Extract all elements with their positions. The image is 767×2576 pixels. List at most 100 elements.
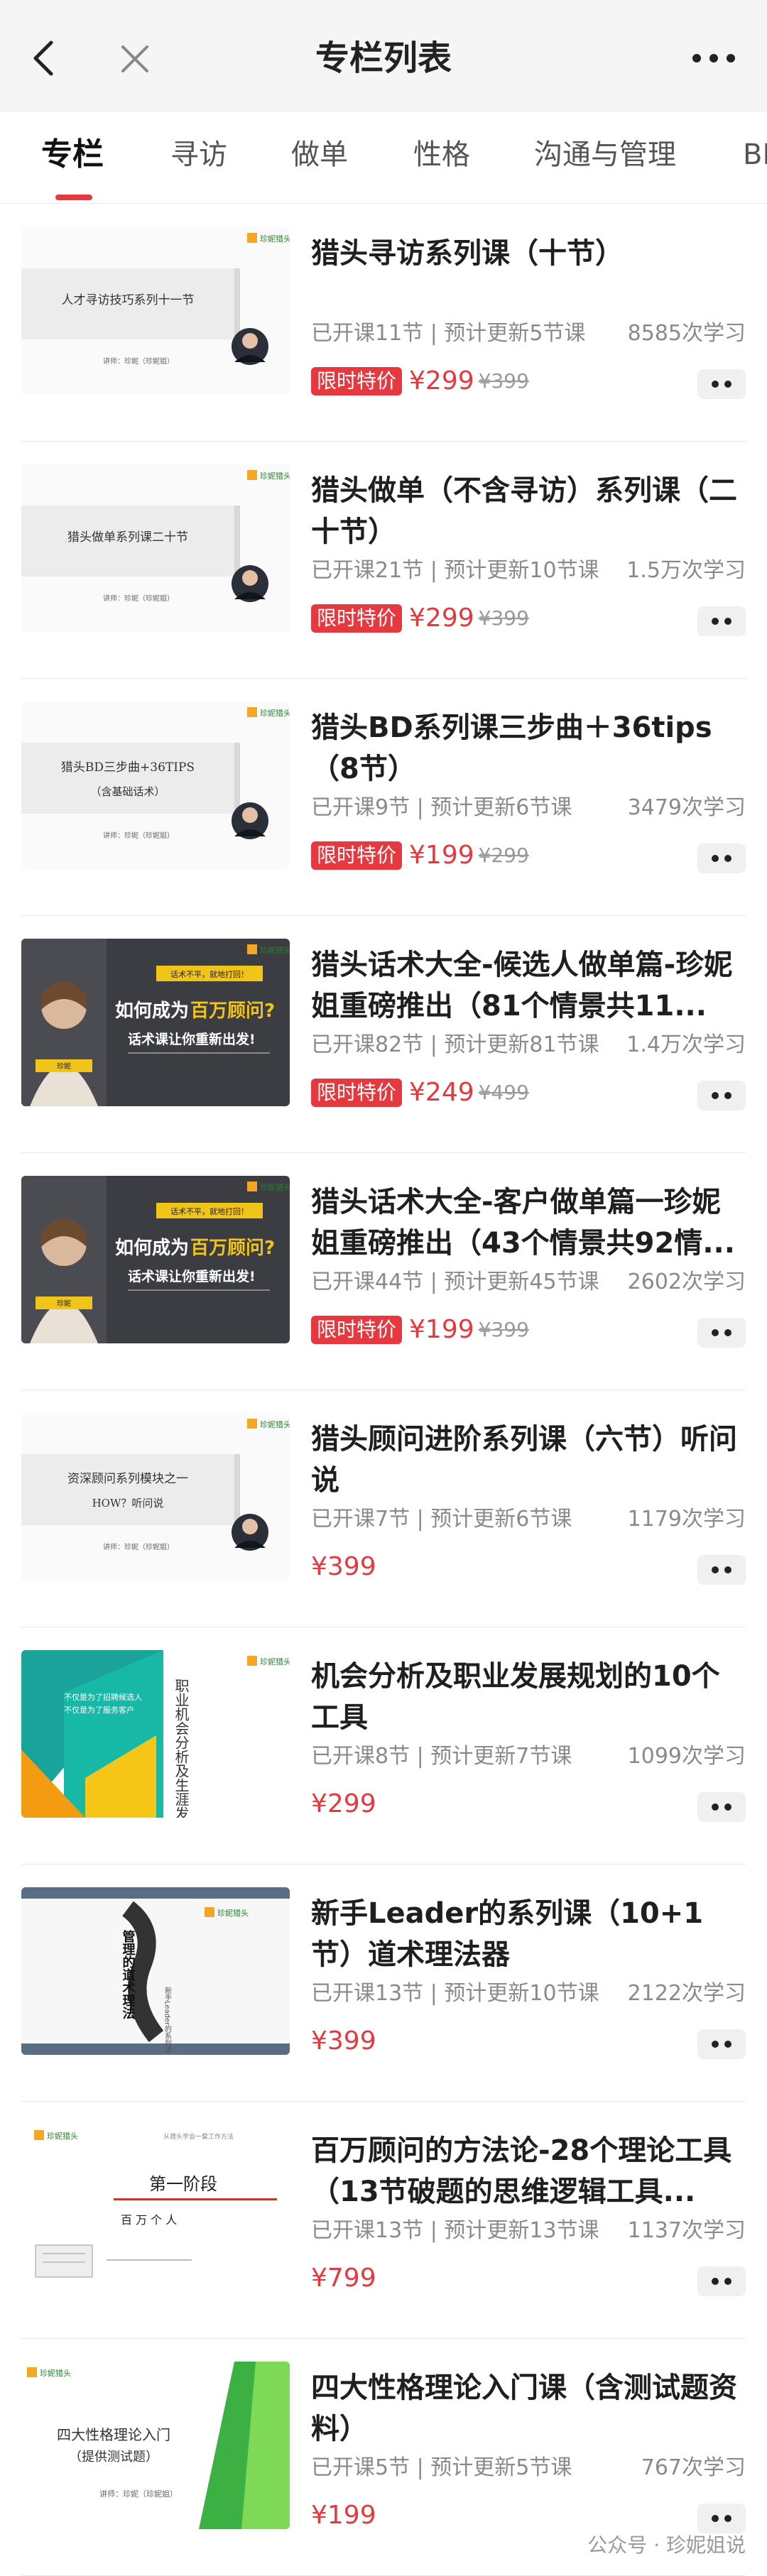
- tab-communication[interactable]: 沟通与管理: [534, 135, 676, 175]
- course-meta: 已开课5节 | 预计更新5节课 767次学习: [311, 2452, 746, 2484]
- lessons-planned: 预计更新10节课: [444, 1981, 599, 2006]
- limited-offer-badge: 限时特价: [311, 367, 402, 395]
- more-icon[interactable]: [697, 1555, 746, 1585]
- study-count: 3479次学习: [628, 792, 746, 824]
- more-options-icon[interactable]: [689, 45, 739, 71]
- course-title[interactable]: 猎头BD系列课三步曲＋36tips（8节）: [311, 707, 746, 790]
- svg-text:珍妮: 珍妮: [57, 1061, 71, 1071]
- tab-personality[interactable]: 性格: [413, 135, 470, 175]
- price-line: ¥399: [311, 2026, 376, 2062]
- thumb-logo-text: 珍妮猎头: [40, 2368, 71, 2378]
- meta-divider: |: [430, 558, 445, 583]
- course-item[interactable]: 珍妮猎头 资深顾问系列模块之一 HOW？听问说 讲师：珍妮（珍妮姐） 猎头顾问进…: [21, 1390, 746, 1627]
- more-icon[interactable]: [697, 606, 746, 636]
- thumb-line1a: 如何成为: [115, 1238, 189, 1259]
- meta-divider: |: [430, 1981, 445, 2006]
- meta-divider: |: [430, 1270, 445, 1294]
- tab-sourcing[interactable]: 寻访: [170, 135, 227, 175]
- course-item[interactable]: 珍妮猎头 猎头BD三步曲+36TIPS （含基础话术） 讲师：珍妮（珍妮姐） 猎…: [21, 679, 746, 916]
- lessons-opened: 已开课5节: [311, 2455, 410, 2480]
- lessons-opened: 已开课8节: [311, 1744, 410, 1769]
- course-title[interactable]: 猎头顾问进阶系列课（六节）听问说: [311, 1419, 746, 1501]
- price-line: 限时特价¥199¥399: [311, 1315, 529, 1350]
- price-line: ¥799: [311, 2264, 376, 2299]
- study-count: 8585次学习: [628, 318, 746, 349]
- study-count: 1137次学习: [628, 2215, 746, 2247]
- course-thumbnail[interactable]: 珍妮 珍妮猎头 话术不平，就地打回！ 如何成为 百万顾问? 话术课让你重新出发!: [21, 939, 290, 1106]
- more-icon[interactable]: [697, 1081, 746, 1110]
- course-item[interactable]: 珍妮 珍妮猎头 话术不平，就地打回！ 如何成为 百万顾问? 话术课让你重新出发!…: [21, 916, 746, 1153]
- more-icon[interactable]: [697, 2504, 746, 2533]
- course-title[interactable]: 新手Leader的系列课（10+1节）道术理法器: [311, 1893, 746, 1975]
- lessons-planned: 预计更新10节课: [444, 558, 599, 583]
- course-thumbnail[interactable]: 珍妮猎头 猎头做单系列课二十节 讲师：珍妮（珍妮姐）: [21, 464, 290, 632]
- tab-deal[interactable]: 做单: [291, 135, 348, 175]
- thumb-title: 管理的道术理法: [121, 1929, 136, 2020]
- course-item[interactable]: 珍妮猎头 从猎头学会一套工作方法 第一阶段 百 万 个 人 百万顾问的方法论-2…: [21, 2102, 746, 2339]
- course-thumbnail[interactable]: 珍妮猎头 人才寻访技巧系列十一节 讲师：珍妮（珍妮姐）: [21, 227, 290, 395]
- course-item[interactable]: 珍妮猎头 人才寻访技巧系列十一节 讲师：珍妮（珍妮姐） 猎头寻访系列课（十节） …: [21, 204, 746, 442]
- course-meta: 已开课13节 | 预计更新10节课 2122次学习: [311, 1978, 746, 2009]
- price: ¥199: [409, 1315, 474, 1344]
- thumb-logo-text: 珍妮猎头: [260, 945, 290, 955]
- course-title[interactable]: 猎头做单（不含寻访）系列课（二十节）: [311, 470, 746, 552]
- lessons-opened: 已开课7节: [311, 1507, 410, 1532]
- original-price: ¥299: [479, 844, 529, 867]
- course-thumbnail[interactable]: 不仅是为了招聘候选人 不仅是为了服务客户 珍妮猎头 职业机会分析及生涯发展规划中…: [21, 1650, 290, 1818]
- course-item[interactable]: 珍妮 珍妮猎头 话术不平，就地打回！ 如何成为 百万顾问? 话术课让你重新出发!…: [21, 1153, 746, 1390]
- course-title[interactable]: 四大性格理论入门课（含测试题资料）: [311, 2367, 746, 2450]
- course-thumbnail[interactable]: 珍妮猎头 四大性格理论入门 （提供测试题） 讲师：珍妮（珍妮姐）: [21, 2362, 290, 2529]
- thumb-subtitle: （提供测试题）: [69, 2450, 158, 2465]
- thumb-title: 猎头BD三步曲+36TIPS: [61, 760, 195, 775]
- price: ¥249: [409, 1078, 474, 1107]
- more-icon[interactable]: [697, 1318, 746, 1348]
- thumb-logo-text: 珍妮猎头: [260, 234, 290, 244]
- course-thumbnail[interactable]: 珍妮 珍妮猎头 话术不平，就地打回！ 如何成为 百万顾问? 话术课让你重新出发!: [21, 1176, 290, 1343]
- price: ¥199: [311, 2501, 376, 2530]
- more-icon[interactable]: [697, 369, 746, 399]
- lessons-planned: 预计更新81节课: [444, 1032, 599, 1057]
- course-meta: 已开课21节 | 预计更新10节课 1.5万次学习: [311, 555, 746, 586]
- study-count: 1.5万次学习: [626, 555, 746, 586]
- thumb-logo-text: 珍妮猎头: [217, 1908, 249, 1918]
- thumb-line2: 话术课让你重新出发!: [128, 1031, 256, 1047]
- more-icon[interactable]: [697, 1792, 746, 1822]
- price-line: 限时特价¥249¥499: [311, 1078, 529, 1113]
- tab-bd[interactable]: BD: [743, 135, 767, 175]
- tab-column[interactable]: 专栏: [41, 135, 104, 175]
- thumb-logo-text: 珍妮猎头: [260, 708, 290, 718]
- lessons-opened: 已开课11节: [311, 321, 423, 346]
- thumb-lecturer: 讲师：珍妮（珍妮姐）: [103, 356, 174, 366]
- course-title[interactable]: 猎头话术大全-客户做单篇一珍妮姐重磅推出（43个情景共92情...: [311, 1181, 746, 1264]
- course-title[interactable]: 猎头寻访系列课（十节）: [311, 233, 746, 274]
- lessons-opened: 已开课9节: [311, 795, 410, 820]
- thumb-subtitle: （含基础话术）: [90, 785, 165, 798]
- course-thumbnail[interactable]: 珍妮猎头 资深顾问系列模块之一 HOW？听问说 讲师：珍妮（珍妮姐）: [21, 1413, 290, 1581]
- more-icon[interactable]: [697, 844, 746, 873]
- course-thumbnail[interactable]: 珍妮猎头 猎头BD三步曲+36TIPS （含基础话术） 讲师：珍妮（珍妮姐）: [21, 702, 290, 869]
- top-bar: 专栏列表: [0, 0, 767, 113]
- lessons-opened: 已开课13节: [311, 1981, 423, 2006]
- course-title[interactable]: 百万顾问的方法论-28个理论工具（13节破题的思维逻辑工具...: [311, 2130, 746, 2212]
- course-thumbnail[interactable]: 珍妮猎头 从猎头学会一套工作方法 第一阶段 百 万 个 人: [21, 2124, 290, 2292]
- price-line: 限时特价¥199¥299: [311, 841, 529, 876]
- course-item[interactable]: 管理的道术理法 新手Leader的系列课 珍妮猎头 新手Leader的系列课（1…: [21, 1865, 746, 2102]
- thumb-s1: 不仅是为了招聘候选人: [64, 1692, 142, 1702]
- course-title[interactable]: 机会分析及职业发展规划的10个工具: [311, 1656, 746, 1738]
- thumb-title: 资深顾问系列模块之一: [67, 1472, 188, 1486]
- thumb-logo-text: 珍妮猎头: [260, 471, 290, 481]
- price-line: ¥199: [311, 2501, 376, 2536]
- study-count: 2122次学习: [628, 1978, 746, 2009]
- limited-offer-badge: 限时特价: [311, 604, 402, 633]
- course-title[interactable]: 猎头话术大全-候选人做单篇-珍妮姐重磅推出（81个情景共11...: [311, 944, 746, 1027]
- thumb-top: 从猎头学会一套工作方法: [163, 2132, 234, 2141]
- active-tab-indicator: [55, 195, 92, 200]
- more-icon[interactable]: [697, 2266, 746, 2296]
- lessons-opened: 已开课44节: [311, 1270, 423, 1294]
- course-thumbnail[interactable]: 管理的道术理法 新手Leader的系列课 珍妮猎头: [21, 1887, 290, 2055]
- course-item[interactable]: 不仅是为了招聘候选人 不仅是为了服务客户 珍妮猎头 职业机会分析及生涯发展规划中…: [21, 1627, 746, 1865]
- more-icon[interactable]: [697, 2029, 746, 2059]
- course-item[interactable]: 珍妮猎头 猎头做单系列课二十节 讲师：珍妮（珍妮姐） 猎头做单（不含寻访）系列课…: [21, 442, 746, 679]
- meta-divider: |: [430, 1032, 445, 1057]
- thumb-lecturer: 讲师：珍妮（珍妮姐）: [103, 831, 174, 840]
